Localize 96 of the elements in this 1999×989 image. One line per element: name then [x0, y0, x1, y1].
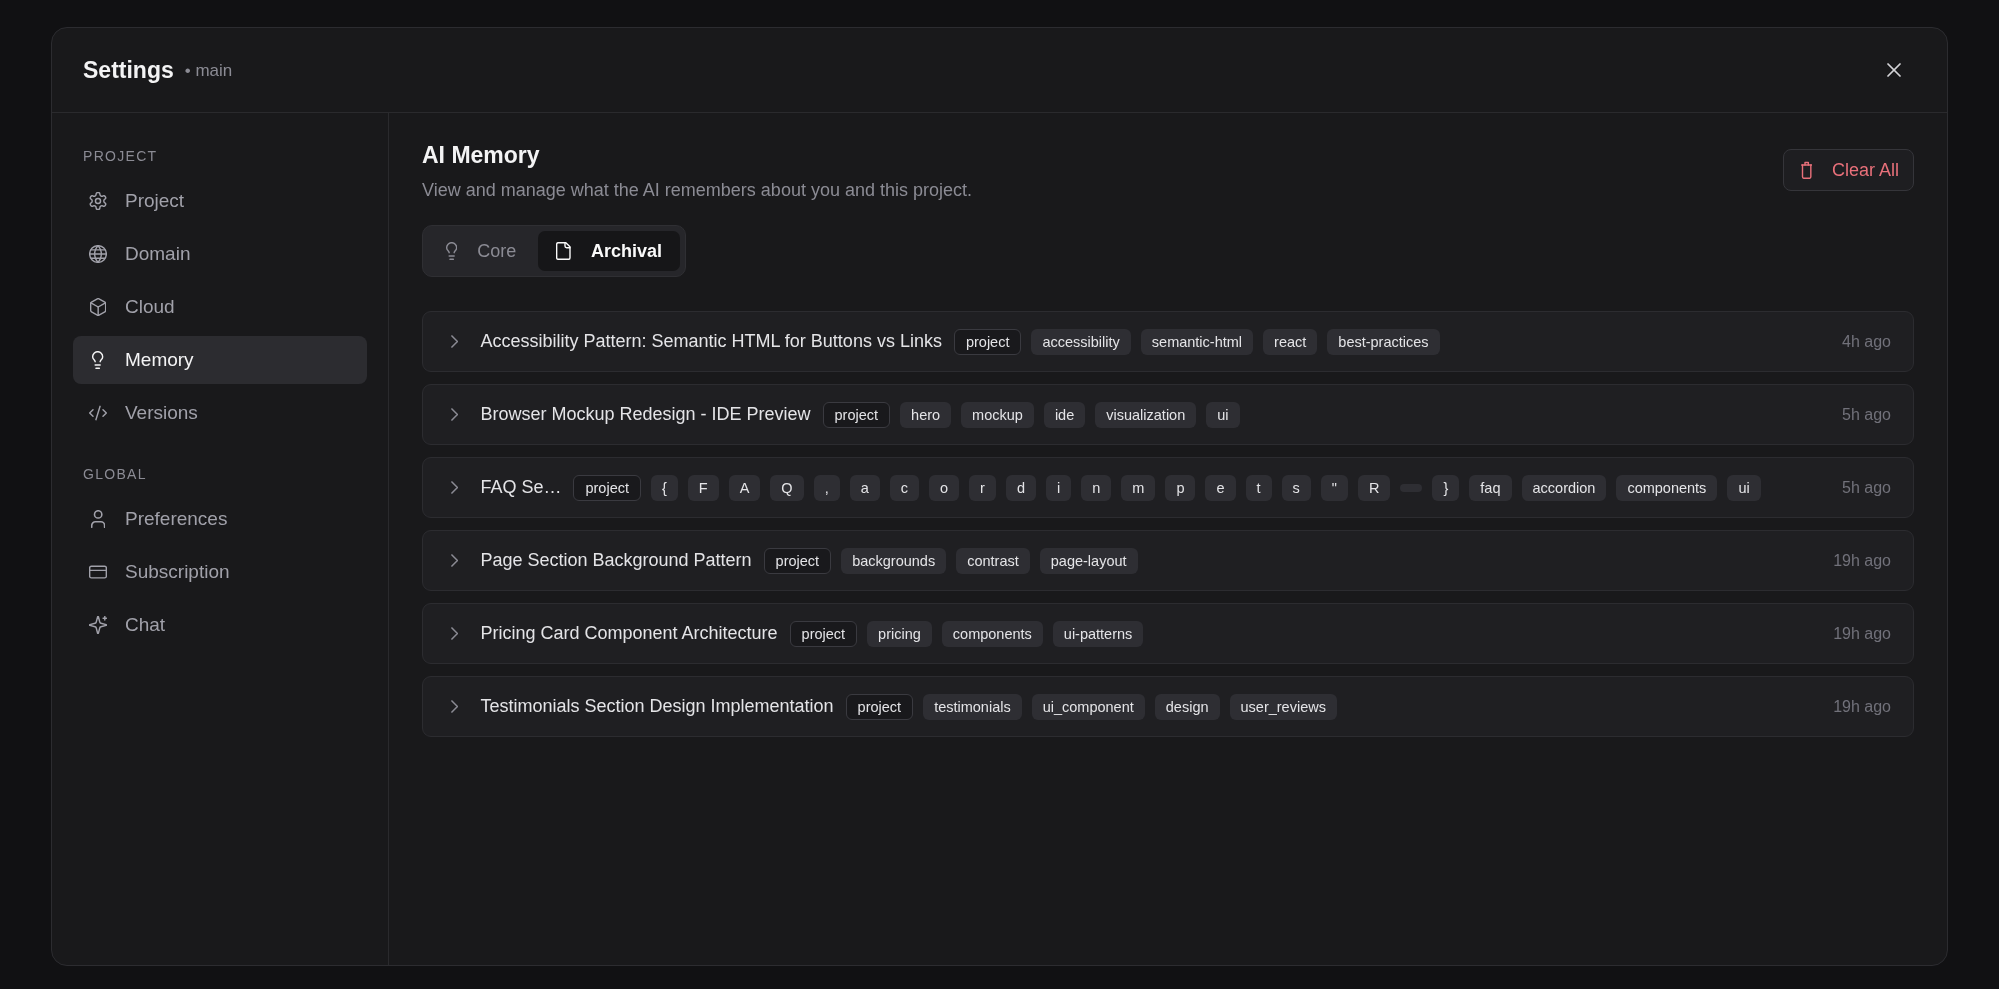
memory-card[interactable]: Testimonials Section Design Implementation project testimonials ui_component design user_reviews 19h ago — [422, 676, 1914, 737]
tag: pricing — [867, 620, 932, 647]
memory-title: Testimonials Section Design Implementation — [480, 696, 834, 717]
tag: backgrounds — [841, 547, 947, 574]
memory-card[interactable]: Browser Mockup Redesign - IDE Preview project hero mockup ide visualization ui 5h ago — [422, 384, 1914, 445]
memory-card[interactable]: Page Section Background Pattern project backgrounds contrast page-layout 19h ago — [422, 530, 1914, 591]
tag: A — [728, 474, 761, 501]
section-heading: PROJECT — [83, 147, 158, 165]
timestamp: 19h ago — [1832, 624, 1891, 643]
section-heading: GLOBAL — [83, 465, 147, 483]
tag: o — [929, 474, 960, 501]
scope-tag: project — [822, 401, 891, 428]
tag: faq — [1469, 474, 1512, 501]
tab[interactable]: Core — [428, 231, 535, 271]
timestamp: 19h ago — [1832, 551, 1891, 570]
panel-description: View and manage what the AI remembers about you and this project. — [422, 179, 972, 202]
sparkle-icon — [89, 616, 107, 634]
tag: ui — [1727, 474, 1761, 501]
tag: testimonials — [923, 693, 1022, 720]
code-icon — [89, 404, 107, 422]
lightbulb-icon — [446, 242, 458, 260]
sidebar-item[interactable]: Domain — [73, 230, 367, 278]
scope-tag: project — [573, 474, 641, 501]
tag: i — [1046, 474, 1072, 501]
tag: page-layout — [1039, 547, 1138, 574]
memory-card[interactable]: Pricing Card Component Architecture project pricing components ui-patterns 19h ago — [422, 603, 1914, 664]
tag: contrast — [956, 547, 1030, 574]
credit-card-icon — [89, 563, 107, 581]
user-icon — [90, 510, 106, 528]
memory-title: Pricing Card Component Architecture — [480, 623, 778, 644]
clear-all-button[interactable]: Clear All — [1782, 149, 1914, 191]
panel-title: AI Memory — [422, 141, 540, 170]
tag: ui-patterns — [1052, 620, 1144, 647]
tag: ui — [1206, 401, 1240, 428]
tag: } — [1432, 474, 1460, 501]
file-icon — [556, 242, 571, 260]
tag: n — [1081, 474, 1112, 501]
tag: e — [1205, 474, 1236, 501]
timestamp: 5h ago — [1841, 405, 1891, 424]
sidebar-item[interactable]: Memory — [73, 336, 367, 384]
tag: c — [889, 474, 919, 501]
memory-card[interactable]: FAQ Se… project { F A Q , a c o r d i n m p e t s " R } faq accordion components ui 5h ago — [422, 457, 1914, 518]
timestamp: 19h ago — [1832, 697, 1891, 716]
tag: r — [969, 474, 996, 501]
tag: accessibility — [1031, 328, 1131, 355]
sidebar-item[interactable]: Cloud — [73, 283, 367, 331]
tag: F — [687, 474, 719, 501]
trash-icon — [1800, 161, 1812, 179]
tag: , — [813, 474, 840, 501]
lightbulb-icon — [92, 351, 104, 369]
tag: m — [1121, 474, 1156, 501]
tag: ide — [1043, 401, 1086, 428]
tag: d — [1005, 474, 1036, 501]
tag: hero — [900, 401, 952, 428]
sidebar-item[interactable]: Project — [73, 177, 367, 225]
tag: design — [1154, 693, 1220, 720]
tag: ui_component — [1031, 693, 1145, 720]
tag: " — [1320, 474, 1348, 501]
tag: R — [1358, 474, 1391, 501]
memory-title: Accessibility Pattern: Semantic HTML for Buttons vs Links — [480, 331, 942, 352]
tag: a — [849, 474, 880, 501]
tag: s — [1281, 474, 1311, 501]
tag: visualization — [1095, 401, 1197, 428]
tag: user_reviews — [1229, 693, 1337, 720]
cube-icon — [89, 298, 107, 316]
branch-label: • main — [184, 61, 233, 81]
gear-icon — [89, 192, 107, 210]
close-icon — [1887, 63, 1901, 77]
tab[interactable]: Archival — [538, 231, 681, 271]
tag: Q — [770, 474, 804, 501]
tag: react — [1263, 328, 1318, 355]
tag: best-practices — [1327, 328, 1440, 355]
tag: semantic-html — [1140, 328, 1254, 355]
scope-tag: project — [789, 620, 858, 647]
memory-title: FAQ Se… — [480, 477, 562, 498]
memory-title: Page Section Background Pattern — [480, 550, 752, 571]
scope-tag: project — [763, 547, 832, 574]
tag: p — [1165, 474, 1196, 501]
timestamp: 4h ago — [1841, 332, 1891, 351]
tag: accordion — [1521, 474, 1607, 501]
tag: mockup — [961, 401, 1034, 428]
scope-tag: project — [845, 693, 914, 720]
memory-title: Browser Mockup Redesign - IDE Preview — [480, 404, 811, 425]
tag: components — [1616, 474, 1718, 501]
window-title: Settings — [83, 56, 174, 84]
tag: { — [651, 474, 678, 501]
sidebar-item[interactable]: Chat — [73, 601, 367, 649]
timestamp: 5h ago — [1841, 478, 1891, 497]
sidebar-item[interactable]: Subscription — [73, 548, 367, 596]
tag: t — [1245, 474, 1272, 501]
sidebar-item[interactable]: Preferences — [73, 495, 367, 543]
globe-icon — [89, 245, 107, 263]
tag: components — [941, 620, 1043, 647]
sidebar-item[interactable]: Versions — [73, 389, 367, 437]
memory-card[interactable]: Accessibility Pattern: Semantic HTML for Buttons vs Links project accessibility semantic-html react best-practices 4h ago — [422, 311, 1914, 372]
scope-tag: project — [953, 328, 1022, 355]
